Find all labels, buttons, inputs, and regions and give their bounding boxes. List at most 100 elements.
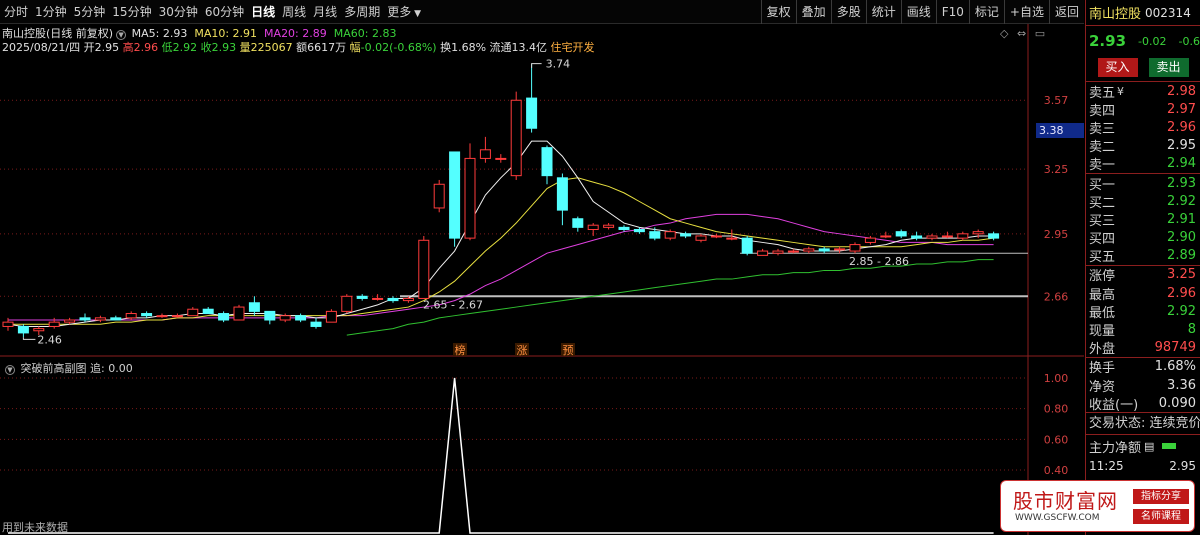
kline-chart[interactable]: 3.57 3.25 2.95 2.66 3.74 2.85 - 2.86 2.65 - 2.… [0, 0, 1084, 535]
candle [680, 231, 692, 239]
trade-state: 交易状态: 连续竞价 [1086, 413, 1200, 436]
candle [341, 294, 353, 314]
quote-stock-code: 002314 [1145, 5, 1191, 20]
candle [264, 310, 276, 325]
quote-row: 涨停 3.25 [1086, 266, 1200, 284]
high-label: 高 [122, 41, 134, 54]
price-annotation: 2.65 - 2.67 [423, 298, 483, 311]
quote-row-value: 2.95 [1167, 138, 1196, 154]
quote-row: 卖四 2.97 [1086, 100, 1200, 119]
event-marker-label: 榜 [455, 343, 466, 357]
candle [772, 248, 784, 256]
watermark-url: WWW.GSCFW.COM [1015, 513, 1100, 523]
sell-button[interactable]: 卖出 [1148, 58, 1189, 77]
yen-icon[interactable]: ¥ [1117, 85, 1124, 98]
chevron-down-icon[interactable]: ▼ [5, 365, 15, 375]
quote-row-value: 8 [1187, 322, 1196, 338]
stock-terminal: 分时 1分钟 5分钟 15分钟 30分钟 60分钟 日线 周线 月线 多周期 更多 ▼ 复权 叠加 多股… [0, 0, 1200, 535]
ma10-line [8, 177, 994, 325]
volume-value: 225067 [250, 41, 293, 54]
quote-row-value: 2.94 [1167, 156, 1196, 172]
candle [541, 145, 553, 185]
quote-row: 外盘 98749 [1086, 339, 1200, 357]
last-price: 2.93 [1089, 32, 1127, 50]
price-change-pct: -0.68 [1178, 34, 1200, 48]
quote-row-value: 3.36 [1167, 377, 1196, 393]
net-bar [1162, 443, 1177, 450]
subchart-title[interactable]: 突破前高副图 [21, 362, 87, 375]
candle [510, 91, 522, 180]
sub-y-tick-label: 0.60 [1044, 433, 1069, 446]
tick-price: 2.95 [1169, 459, 1196, 474]
watermark-logo: 股市财富网 WWW.GSCFW.COM 指标分享 名师课程 [1000, 480, 1195, 532]
trade-buttons: 买入 卖出 [1086, 56, 1200, 82]
quote-row: 卖二 2.95 [1086, 137, 1200, 155]
candle [218, 311, 230, 323]
quote-row-label: 换手 [1089, 361, 1116, 377]
quote-row-label: 卖二 [1089, 140, 1116, 156]
candle [957, 231, 969, 241]
float-label: 流通 [489, 41, 512, 54]
diamond-icon[interactable]: ◇ [1000, 27, 1008, 40]
candle [295, 313, 307, 323]
quote-row-label: 买二 [1089, 195, 1116, 211]
candle [110, 315, 122, 321]
candle [464, 143, 476, 241]
candle [726, 229, 738, 241]
watermark-tag-course: 名师课程 [1133, 509, 1189, 524]
watermark-tag-share: 指标分享 [1133, 489, 1189, 504]
buy-button[interactable]: 买入 [1097, 58, 1138, 77]
quote-row-value: 2.96 [1167, 285, 1196, 301]
sub-y-tick-label: 1.00 [1044, 372, 1069, 385]
cursor-price-tag: 3.38 [1036, 123, 1084, 138]
quote-panel: 南山控股 002314 2.93 -0.02 -0.68 买入 卖出 卖五¥2.… [1085, 0, 1200, 535]
quote-row-label: 买一 [1089, 177, 1116, 193]
quote-row-value: 2.90 [1167, 230, 1196, 246]
quote-row-label: 买三 [1089, 213, 1116, 229]
candle [449, 151, 461, 247]
amount-value: 6617万 [307, 41, 347, 54]
tick-row: 11:25 2.95 [1086, 457, 1200, 475]
candle [356, 294, 368, 301]
quote-row-label: 买四 [1089, 232, 1116, 248]
subchart-var-label: 追: [90, 362, 105, 375]
float-value: 13.4亿 [511, 41, 548, 54]
candle [849, 242, 861, 254]
quote-row-label: 最高 [1089, 287, 1116, 303]
price-annotation: 2.85 - 2.86 [849, 255, 909, 268]
candle [880, 231, 892, 239]
candle [526, 63, 538, 133]
sector-label[interactable]: 住宅开发 [551, 41, 595, 54]
candle [695, 233, 707, 243]
quote-row-value: 2.96 [1167, 119, 1196, 135]
watermark-title: 股市财富网 [1013, 489, 1118, 513]
change-value: -0.02(-0.68%) [360, 41, 437, 54]
quote-row-value: 2.98 [1167, 83, 1196, 99]
expand-icon[interactable]: ⇔ [1017, 27, 1026, 40]
candle [803, 246, 815, 254]
quote-row: 最高 2.96 [1086, 284, 1200, 303]
candle [94, 315, 106, 323]
candle [325, 309, 337, 323]
quote-row-label: 最低 [1089, 305, 1116, 321]
change-label: 幅 [349, 41, 361, 54]
quote-row-label: 买五 [1089, 250, 1116, 266]
quote-row: 最低 2.92 [1086, 302, 1200, 321]
sub-y-tick-label: 0.80 [1044, 403, 1069, 416]
open-value: 2.95 [94, 41, 120, 54]
quote-row-label: 收益(一) [1089, 397, 1139, 413]
quote-row-label: 净资 [1089, 379, 1116, 395]
quote-row-value: 2.89 [1167, 248, 1196, 264]
candle [479, 136, 491, 163]
low-label: 低 [161, 41, 173, 54]
candle [741, 235, 753, 256]
list-icon[interactable]: ▤ [1144, 440, 1154, 453]
price-annotation: 2.46 [37, 333, 62, 346]
window-icon[interactable]: ▭ [1035, 27, 1045, 40]
candle [233, 304, 245, 321]
low-value: 2.92 [172, 41, 198, 54]
close-value: 2.93 [211, 41, 237, 54]
turnover-label: 换 [440, 41, 452, 54]
bid-book: 买一 2.93 买二 2.92 买三 2.91 买四 2.90 买五 2.89 [1086, 174, 1200, 266]
quote-row-label: 卖四 [1089, 103, 1116, 119]
